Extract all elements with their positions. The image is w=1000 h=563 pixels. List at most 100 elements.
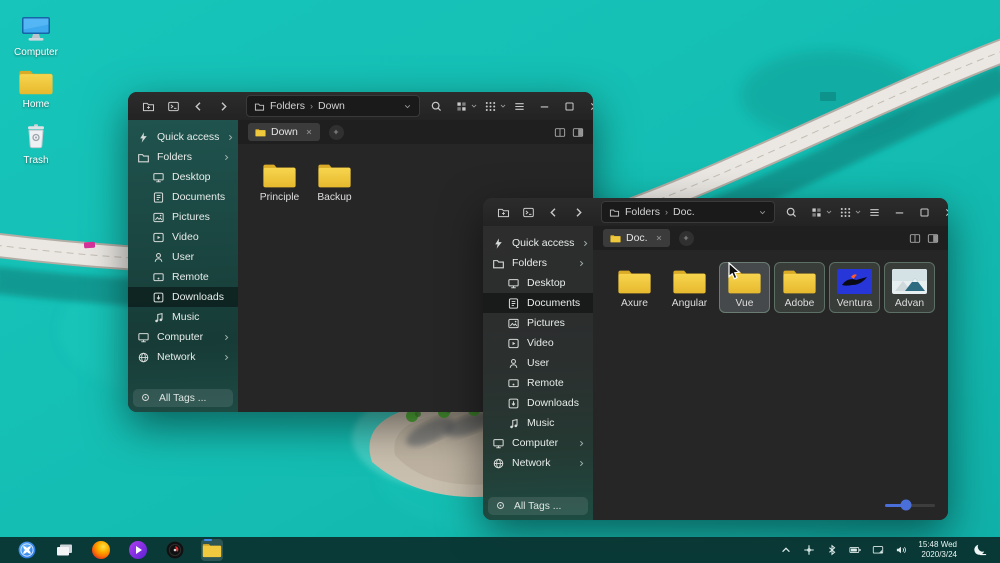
music-vinyl-icon[interactable] [164,539,186,561]
bluetooth-icon[interactable] [826,544,838,556]
sidebar-item-music[interactable]: Music [483,413,593,433]
chevron-right-icon[interactable] [222,353,231,362]
menu-button[interactable] [507,95,532,117]
file-item-angular[interactable]: Angular [664,262,715,313]
file-item-advan[interactable]: Advan [884,262,935,313]
sidebar-item-music[interactable]: Music [128,307,238,327]
sidebar-item-network[interactable]: Network [128,347,238,367]
sidebar-item-downloads[interactable]: Downloads [483,393,593,413]
split-view-icon[interactable] [554,127,566,138]
tab-close-icon[interactable] [655,234,663,242]
chevron-down-icon[interactable] [825,208,833,216]
onboard-icon[interactable] [803,544,815,556]
menu-button[interactable] [862,201,887,223]
chevron-down-icon[interactable] [499,102,507,110]
sidebar-item-user[interactable]: User [128,247,238,267]
split-view-icon[interactable] [909,233,921,244]
split-view-filled-icon[interactable] [572,127,584,138]
slider-track[interactable] [885,504,935,507]
open-terminal-button[interactable] [161,95,186,117]
sidebar-item-folders[interactable]: Folders [128,147,238,167]
open-terminal-button[interactable] [516,201,541,223]
chevron-right-icon[interactable] [226,133,235,142]
sidebar-item-network[interactable]: Network [483,453,593,473]
sidebar-item-folders[interactable]: Folders [483,253,593,273]
media-player-icon[interactable] [127,539,149,561]
breadcrumb-root[interactable]: Folders [625,206,660,218]
sidebar-item-documents[interactable]: Documents [128,187,238,207]
firefox-icon[interactable] [90,539,112,561]
breadcrumb-current[interactable]: Doc. [673,206,695,218]
search-button[interactable] [779,201,804,223]
sidebar-item-remote[interactable]: Remote [483,373,593,393]
file-manager-icon[interactable] [201,539,223,561]
sidebar-item-video[interactable]: Video [128,227,238,247]
desktop-icon-computer[interactable]: Computer [4,12,68,58]
sidebar-item-computer[interactable]: Computer [128,327,238,347]
window1-titlebar[interactable]: Folders › Down [128,92,593,120]
file-item-axure[interactable]: Axure [609,262,660,313]
chevron-right-icon[interactable] [222,333,231,342]
chevron-right-icon[interactable] [581,239,590,248]
breadcrumb-current[interactable]: Down [318,100,345,112]
sidebar-item-desktop[interactable]: Desktop [483,273,593,293]
slider-handle[interactable] [901,500,912,511]
desktop-icon-trash[interactable]: Trash [4,120,68,166]
chevron-right-icon[interactable] [577,259,586,268]
chevron-right-icon[interactable] [577,439,586,448]
new-tab-button[interactable] [679,231,694,246]
maximize-button[interactable] [912,201,937,223]
new-folder-button[interactable] [491,201,516,223]
multitasking-view-icon[interactable] [53,539,75,561]
chevron-down-icon[interactable] [470,102,478,110]
tab-doc[interactable]: Doc. [603,229,670,247]
night-mode-moon-icon[interactable] [972,543,992,557]
volume-icon[interactable] [895,544,907,556]
icon-size-slider[interactable] [885,499,935,511]
chevron-right-icon[interactable] [577,459,586,468]
launcher-icon[interactable] [16,539,38,561]
chevron-down-icon[interactable] [758,208,767,217]
minimize-button[interactable] [532,95,557,117]
back-button[interactable] [186,95,211,117]
sidebar-item-remote[interactable]: Remote [128,267,238,287]
tab-close-icon[interactable] [305,128,313,136]
chevron-down-icon[interactable] [854,208,862,216]
tab-down[interactable]: Down [248,123,320,141]
tray-expand-icon[interactable] [780,544,792,556]
sidebar-item-computer[interactable]: Computer [483,433,593,453]
taskbar-clock[interactable]: 15:48 Wed 2020/3/24 [918,540,957,561]
screen-cast-icon[interactable] [872,544,884,556]
minimize-button[interactable] [887,201,912,223]
chevron-down-icon[interactable] [403,102,412,111]
sidebar-item-downloads[interactable]: Downloads [128,287,238,307]
all-tags-button[interactable]: All Tags ... [488,497,588,515]
battery-icon[interactable] [849,544,861,556]
new-folder-button[interactable] [136,95,161,117]
desktop-icon-home[interactable]: Home [4,64,68,110]
sidebar-item-pictures[interactable]: Pictures [483,313,593,333]
sidebar-item-documents[interactable]: Documents [483,293,593,313]
chevron-right-icon[interactable] [222,153,231,162]
close-button[interactable] [582,95,593,117]
all-tags-button[interactable]: All Tags ... [133,389,233,407]
search-button[interactable] [424,95,449,117]
forward-button[interactable] [211,95,236,117]
sidebar-item-quick-access[interactable]: Quick access [128,127,238,147]
sidebar-item-quick-access[interactable]: Quick access [483,233,593,253]
address-bar[interactable]: Folders › Down [246,95,420,117]
new-tab-button[interactable] [329,125,344,140]
sidebar-item-user[interactable]: User [483,353,593,373]
file-item-adobe[interactable]: Adobe [774,262,825,313]
back-button[interactable] [541,201,566,223]
split-view-filled-icon[interactable] [927,233,939,244]
maximize-button[interactable] [557,95,582,117]
close-button[interactable] [937,201,948,223]
file-item-principle[interactable]: Principle [254,156,305,207]
file-item-backup[interactable]: Backup [309,156,360,207]
sidebar-item-pictures[interactable]: Pictures [128,207,238,227]
sidebar-item-desktop[interactable]: Desktop [128,167,238,187]
file-item-ventura[interactable]: Ventura [829,262,880,313]
forward-button[interactable] [566,201,591,223]
window2-titlebar[interactable]: Folders › Doc. [483,198,948,226]
